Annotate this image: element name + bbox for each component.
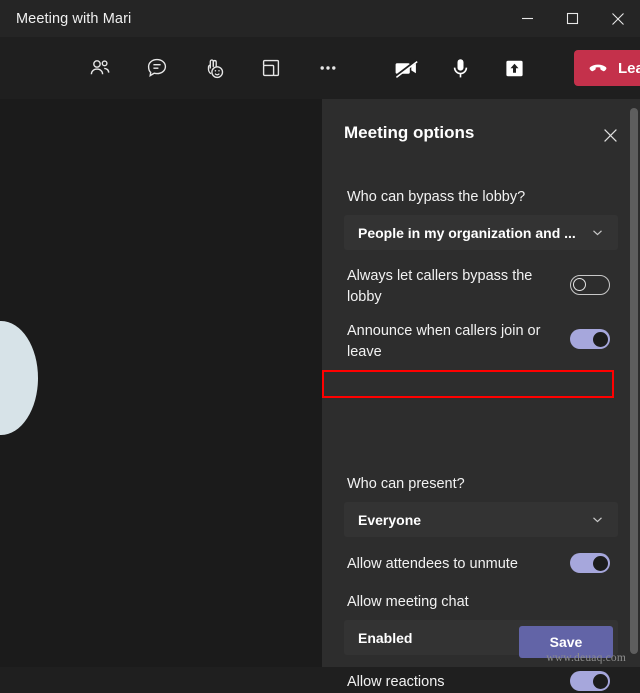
toolbar-left-group [84, 52, 344, 84]
teams-meeting-window: Meeting with Mari Lea Meeting options Wh… [0, 0, 640, 691]
label-allow-reactions: Allow reactions [347, 674, 445, 690]
toolbar-right-group: Leave [390, 50, 640, 86]
meeting-toolbar: Leave [0, 37, 640, 99]
meeting-options-panel: Meeting options Who can bypass the lobby… [322, 99, 640, 691]
microphone-icon[interactable] [444, 52, 476, 84]
window-titlebar: Meeting with Mari [0, 0, 640, 37]
toggle-knob [573, 278, 586, 291]
label-announce-callers: Announce when callers join or leave [347, 323, 541, 360]
leave-button-group[interactable]: Leave [574, 50, 640, 86]
toggle-allow-reactions[interactable] [570, 671, 610, 691]
leave-label: Leave [618, 59, 640, 77]
hangup-icon [589, 64, 607, 72]
label-always-let-callers-bypass: Always let callers bypass the lobby [347, 268, 533, 305]
dropdown-value-bypass-lobby: People in my organization and ... [358, 224, 576, 241]
toggle-always-let-callers-bypass[interactable] [570, 275, 610, 295]
page-title: Meeting options [344, 123, 475, 142]
breakout-rooms-icon[interactable] [255, 52, 287, 84]
chevron-down-icon [591, 226, 604, 239]
toggle-allow-attendees-unmute[interactable] [570, 553, 610, 573]
share-screen-icon[interactable] [498, 52, 530, 84]
toggle-knob [593, 555, 608, 571]
maximize-icon[interactable] [550, 0, 595, 37]
label-who-can-bypass-lobby: Who can bypass the lobby? [347, 189, 526, 205]
dropdown-value-allow-meeting-chat: Enabled [358, 629, 413, 646]
dropdown-who-can-present[interactable]: Everyone [344, 502, 618, 537]
panel-scrollbar-thumb[interactable] [630, 108, 638, 654]
chat-icon[interactable] [141, 52, 173, 84]
close-icon[interactable] [595, 0, 640, 37]
more-options-icon[interactable] [312, 52, 344, 84]
toggle-knob [593, 331, 608, 347]
label-who-can-present: Who can present? [347, 476, 465, 492]
chevron-down-icon [591, 513, 604, 526]
window-title: Meeting with Mari [16, 10, 132, 27]
save-button-label: Save [549, 634, 583, 650]
label-allow-meeting-chat: Allow meeting chat [347, 594, 469, 610]
video-stage [0, 99, 322, 667]
label-allow-attendees-unmute: Allow attendees to unmute [347, 556, 518, 572]
window-controls [505, 0, 640, 37]
minimize-icon[interactable] [505, 0, 550, 37]
participant-avatar [0, 321, 38, 435]
panel-header: Meeting options [322, 99, 640, 169]
camera-off-icon[interactable] [390, 52, 422, 84]
toggle-knob [593, 673, 608, 689]
watermark: www.deuaq.com [546, 652, 626, 664]
people-icon[interactable] [84, 52, 116, 84]
dropdown-value-who-can-present: Everyone [358, 511, 422, 528]
dropdown-who-can-bypass-lobby[interactable]: People in my organization and ... [344, 215, 618, 250]
panel-body: Who can bypass the lobby? People in my o… [322, 169, 640, 691]
leave-button[interactable]: Leave [574, 50, 640, 86]
panel-close-icon[interactable] [598, 123, 622, 147]
raise-hand-reactions-icon[interactable] [198, 52, 230, 84]
toggle-announce-callers[interactable] [570, 329, 610, 349]
